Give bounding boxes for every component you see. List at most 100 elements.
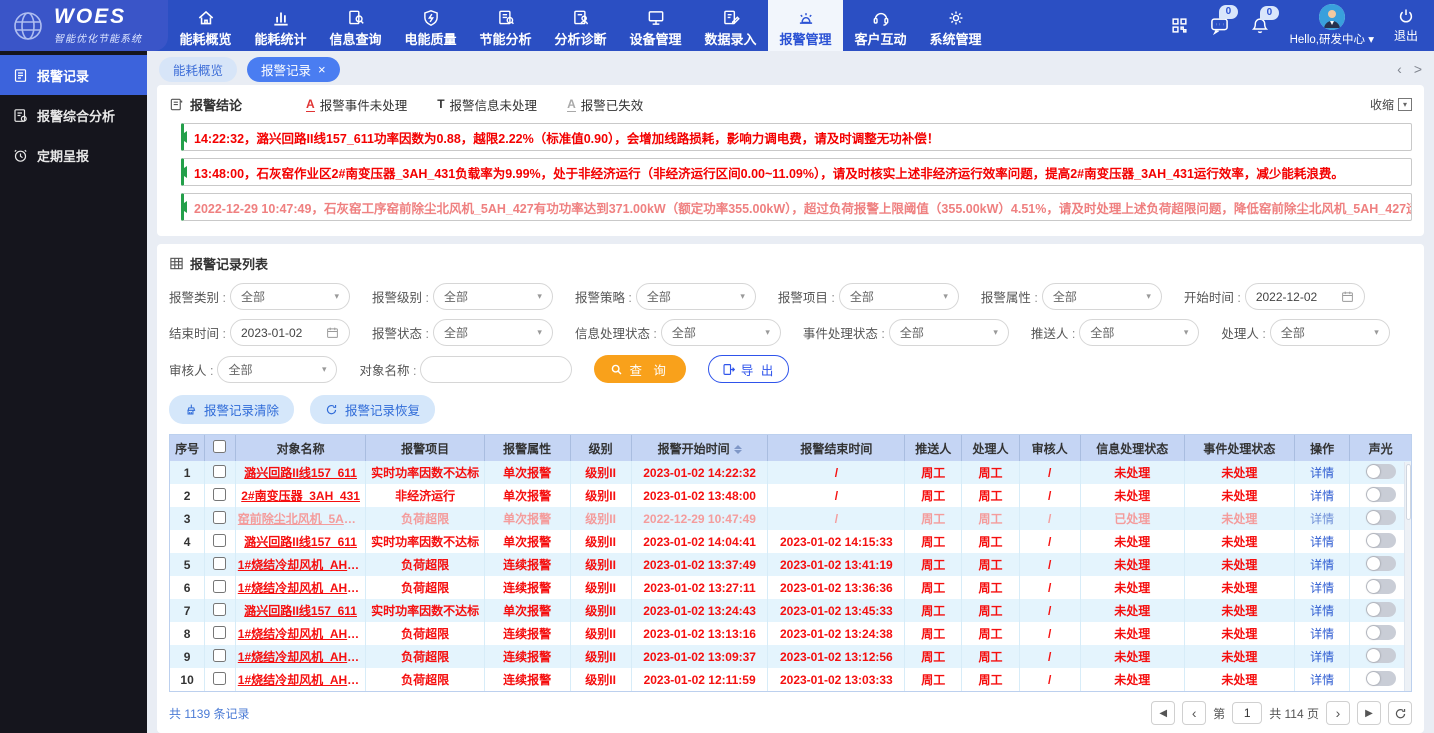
next-page-button[interactable]: › bbox=[1326, 701, 1350, 725]
detail-link[interactable]: 详情 bbox=[1310, 673, 1334, 687]
alarm-project-cell: 负荷超限 bbox=[366, 576, 484, 599]
col-object: 对象名称 bbox=[235, 435, 366, 461]
row-checkbox[interactable] bbox=[213, 649, 226, 662]
detail-link[interactable]: 详情 bbox=[1310, 627, 1334, 641]
nav-item-info-query[interactable]: 信息查询 bbox=[318, 0, 393, 51]
end-date-picker[interactable]: 2023-01-02 bbox=[230, 319, 350, 346]
sound-light-toggle[interactable] bbox=[1366, 464, 1396, 479]
sound-light-toggle[interactable] bbox=[1366, 556, 1396, 571]
object-name-link[interactable]: 2#南变压器_3AH_431 bbox=[241, 489, 360, 503]
nav-item-device-management[interactable]: 设备管理 bbox=[618, 0, 693, 51]
auditor-select[interactable]: 全部▾ bbox=[217, 356, 337, 383]
alarm-level-cell: 级别II bbox=[570, 507, 631, 530]
sound-light-toggle[interactable] bbox=[1366, 487, 1396, 502]
detail-link[interactable]: 详情 bbox=[1310, 558, 1334, 572]
row-checkbox[interactable] bbox=[213, 557, 226, 570]
export-button[interactable]: 导 出 bbox=[708, 355, 789, 383]
refresh-button[interactable] bbox=[1388, 701, 1412, 725]
event-status-select[interactable]: 全部▾ bbox=[889, 319, 1009, 346]
object-name-link[interactable]: 1#烧结冷却风机_AH6_... bbox=[238, 627, 366, 641]
auditor-cell: / bbox=[1019, 530, 1080, 553]
select-all-checkbox[interactable] bbox=[213, 440, 226, 453]
nav-item-energy-saving-analysis[interactable]: 节能分析 bbox=[468, 0, 543, 51]
last-page-button[interactable]: ▶ bbox=[1357, 701, 1381, 725]
alarm-strategy-select[interactable]: 全部▾ bbox=[636, 283, 756, 310]
object-name-link[interactable]: 1#烧结冷却风机_AH6_... bbox=[238, 581, 366, 595]
alarm-attr-select[interactable]: 全部▾ bbox=[1042, 283, 1162, 310]
nav-item-customer-interaction[interactable]: 客户互动 bbox=[843, 0, 918, 51]
nav-item-system-management[interactable]: 系统管理 bbox=[918, 0, 993, 51]
detail-link[interactable]: 详情 bbox=[1310, 535, 1334, 549]
info-status-select[interactable]: 全部▾ bbox=[661, 319, 781, 346]
detail-link[interactable]: 详情 bbox=[1310, 650, 1334, 664]
col-pusher: 推送人 bbox=[905, 435, 962, 461]
restore-records-button[interactable]: 报警记录恢复 bbox=[310, 395, 435, 424]
alarm-project-select[interactable]: 全部▾ bbox=[839, 283, 959, 310]
object-name-link[interactable]: 1#烧结冷却风机_AH6_... bbox=[238, 558, 366, 572]
detail-link[interactable]: 详情 bbox=[1310, 581, 1334, 595]
sound-light-toggle[interactable] bbox=[1366, 579, 1396, 594]
start-date-picker[interactable]: 2022-12-02 bbox=[1245, 283, 1365, 310]
user-menu[interactable]: Hello,研发中心 ▾ bbox=[1290, 4, 1374, 47]
tabs-scroll-right-icon[interactable]: > bbox=[1414, 61, 1422, 77]
page-number-input[interactable] bbox=[1232, 702, 1262, 724]
alarm-level-select[interactable]: 全部▾ bbox=[433, 283, 553, 310]
detail-link[interactable]: 详情 bbox=[1310, 512, 1334, 526]
detail-link[interactable]: 详情 bbox=[1310, 489, 1334, 503]
sound-light-toggle[interactable] bbox=[1366, 671, 1396, 686]
legend-info-unhandled[interactable]: T报警信息未处理 bbox=[437, 95, 537, 114]
object-name-input[interactable] bbox=[420, 356, 572, 383]
legend-expired[interactable]: A报警已失效 bbox=[567, 95, 643, 114]
row-checkbox[interactable] bbox=[213, 626, 226, 639]
handler-select[interactable]: 全部▾ bbox=[1270, 319, 1390, 346]
prev-page-button[interactable]: ‹ bbox=[1182, 701, 1206, 725]
qr-code-icon[interactable] bbox=[1170, 16, 1189, 35]
sidebar-item-alarm-analysis[interactable]: 报警综合分析 bbox=[0, 95, 147, 135]
row-checkbox[interactable] bbox=[213, 511, 226, 524]
sound-light-toggle[interactable] bbox=[1366, 533, 1396, 548]
message-icon[interactable]: 0 bbox=[1209, 15, 1230, 36]
row-checkbox[interactable] bbox=[213, 580, 226, 593]
bell-icon[interactable]: 0 bbox=[1250, 16, 1270, 36]
logout-button[interactable]: 退出 bbox=[1394, 7, 1418, 44]
sound-light-toggle[interactable] bbox=[1366, 510, 1396, 525]
collapse-button[interactable]: 收缩 ▾ bbox=[1370, 96, 1412, 113]
nav-item-alarm-management[interactable]: 报警管理 bbox=[768, 0, 843, 51]
first-page-button[interactable]: ◀ bbox=[1151, 701, 1175, 725]
table-scrollbar[interactable] bbox=[1404, 462, 1411, 691]
col-start-time[interactable]: 报警开始时间 bbox=[631, 435, 768, 461]
row-checkbox[interactable] bbox=[213, 672, 226, 685]
nav-item-energy-overview[interactable]: 能耗概览 bbox=[168, 0, 243, 51]
object-name-link[interactable]: 潞兴回路II线157_611 bbox=[244, 466, 357, 480]
search-button[interactable]: 查 询 bbox=[594, 355, 685, 383]
tab-alarm-records[interactable]: 报警记录 × bbox=[247, 57, 340, 82]
sidebar-item-alarm-records[interactable]: 报警记录 bbox=[0, 55, 147, 95]
sound-light-toggle[interactable] bbox=[1366, 625, 1396, 640]
alarm-type-select[interactable]: 全部▾ bbox=[230, 283, 350, 310]
row-checkbox[interactable] bbox=[213, 465, 226, 478]
detail-link[interactable]: 详情 bbox=[1310, 604, 1334, 618]
alarm-status-select[interactable]: 全部▾ bbox=[433, 319, 553, 346]
clear-records-button[interactable]: 报警记录清除 bbox=[169, 395, 294, 424]
row-checkbox[interactable] bbox=[213, 603, 226, 616]
pusher-select[interactable]: 全部▾ bbox=[1079, 319, 1199, 346]
tab-close-icon[interactable]: × bbox=[318, 63, 326, 76]
object-name-link[interactable]: 1#烧结冷却风机_AH6_... bbox=[238, 650, 366, 664]
detail-link[interactable]: 详情 bbox=[1310, 466, 1334, 480]
nav-item-power-quality[interactable]: 电能质量 bbox=[393, 0, 468, 51]
row-checkbox[interactable] bbox=[213, 534, 226, 547]
nav-item-analysis-diagnosis[interactable]: 分析诊断 bbox=[543, 0, 618, 51]
nav-item-energy-stats[interactable]: 能耗统计 bbox=[243, 0, 318, 51]
object-name-link[interactable]: 潞兴回路II线157_611 bbox=[244, 535, 357, 549]
sound-light-toggle[interactable] bbox=[1366, 602, 1396, 617]
row-checkbox[interactable] bbox=[213, 488, 226, 501]
tabs-scroll-left-icon[interactable]: ‹ bbox=[1397, 61, 1402, 77]
object-name-link[interactable]: 窑前除尘北风机_5AH_... bbox=[238, 512, 366, 526]
sound-light-toggle[interactable] bbox=[1366, 648, 1396, 663]
tab-energy-overview[interactable]: 能耗概览 bbox=[159, 57, 237, 82]
sidebar-item-periodic-report[interactable]: 定期呈报 bbox=[0, 135, 147, 175]
nav-item-data-entry[interactable]: 数据录入 bbox=[693, 0, 768, 51]
object-name-link[interactable]: 潞兴回路II线157_611 bbox=[244, 604, 357, 618]
legend-event-unhandled[interactable]: A报警事件未处理 bbox=[306, 95, 407, 114]
object-name-link[interactable]: 1#烧结冷却风机_AH6_... bbox=[238, 673, 366, 687]
